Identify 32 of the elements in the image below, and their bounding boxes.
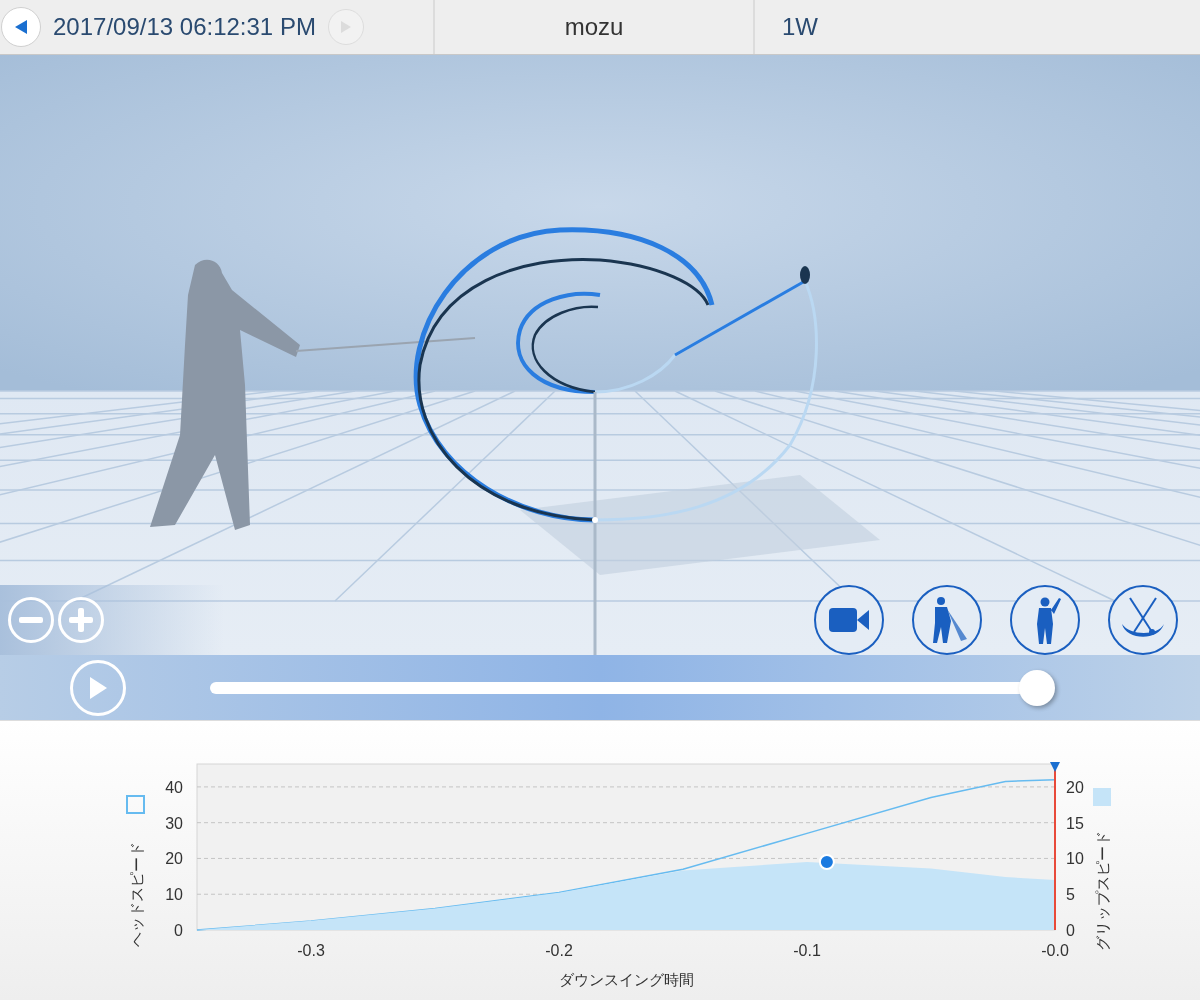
- left-axis-tick: 10: [165, 886, 183, 904]
- left-axis-tick: 30: [165, 814, 183, 832]
- x-axis-tick: -0.2: [545, 942, 573, 959]
- date-time-text: 2017/09/13 06:12:31 PM: [53, 12, 316, 42]
- right-axis-label: グリップスピード: [1094, 831, 1111, 951]
- grip-speed-legend-icon: [1093, 788, 1111, 806]
- club-name: 1W: [782, 12, 818, 42]
- zoom-in-button[interactable]: [58, 597, 104, 643]
- left-axis-tick: 0: [174, 922, 183, 939]
- left-axis-tick: 40: [165, 778, 183, 796]
- right-axis-tick: 15: [1066, 814, 1084, 832]
- right-axis-tick: 20: [1066, 778, 1084, 796]
- slider-thumb[interactable]: [1019, 669, 1056, 706]
- minus-icon: [19, 617, 43, 623]
- left-axis-tick: 20: [165, 850, 183, 868]
- plus-icon: [69, 608, 93, 632]
- x-axis-tick: -0.1: [793, 942, 821, 959]
- x-axis-tick: -0.3: [297, 942, 325, 959]
- right-axis-tick: 10: [1066, 850, 1084, 868]
- play-icon: [88, 675, 108, 700]
- left-axis-label: ヘッドスピード: [128, 842, 145, 947]
- right-axis-tick: 5: [1066, 886, 1075, 904]
- player-name: mozu: [564, 12, 624, 42]
- x-axis-label: ダウンスイング時間: [558, 971, 694, 988]
- x-axis-tick: -0.0: [1041, 942, 1069, 959]
- head-speed-legend-icon: [126, 795, 145, 814]
- right-axis-tick: 0: [1066, 922, 1075, 939]
- play-button[interactable]: [70, 659, 126, 716]
- previous-button[interactable]: [1, 7, 41, 47]
- zoom-out-button[interactable]: [8, 597, 54, 643]
- left-triangle-icon: [14, 19, 28, 35]
- video-camera-icon: [827, 605, 871, 635]
